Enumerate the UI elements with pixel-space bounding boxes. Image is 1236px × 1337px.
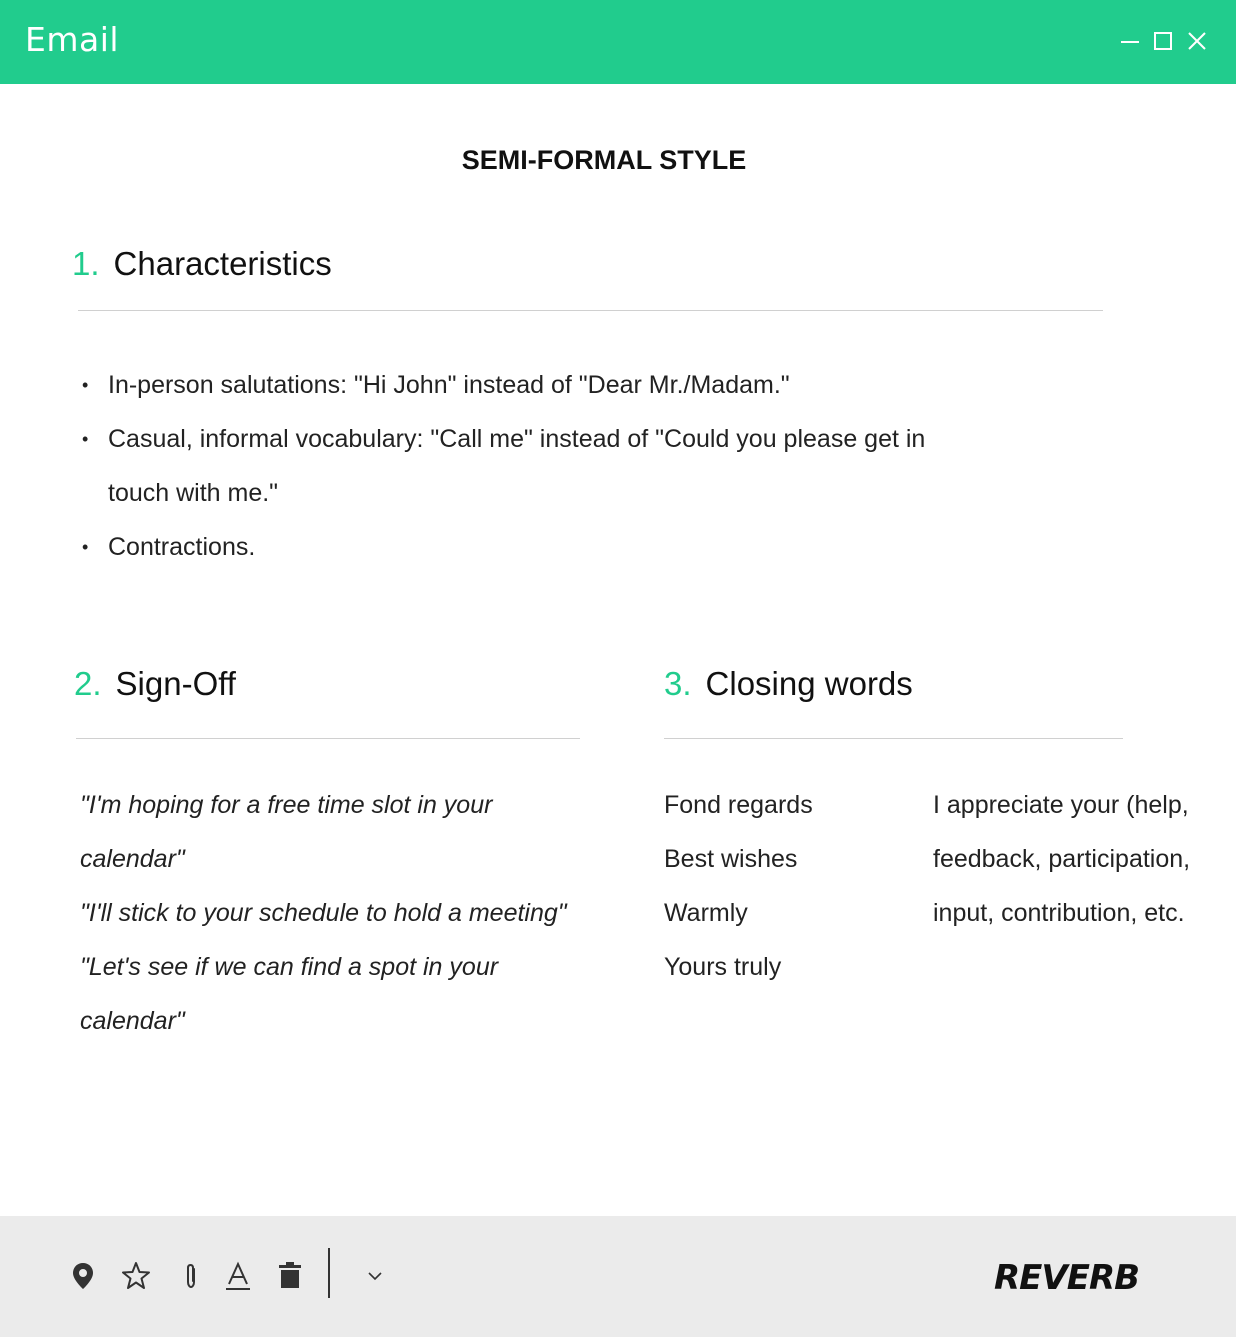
star-icon[interactable]	[121, 1260, 151, 1292]
closing-word: Yours truly	[664, 953, 782, 981]
text-format-icon[interactable]	[223, 1260, 253, 1292]
document-title: SEMI-FORMAL STYLE	[461, 145, 747, 175]
divider	[78, 310, 1103, 311]
title-bar: Email	[0, 0, 1236, 84]
app-title: Email	[25, 20, 120, 59]
closing-word: Fond regards	[664, 791, 813, 819]
sign-off-line: "I'm hoping for a free time slot in your…	[80, 791, 493, 873]
closing-word: Best wishes	[664, 845, 798, 873]
closing-words-column-1: Fond regards Best wishes Warmly Yours tr…	[664, 778, 914, 994]
minimize-icon[interactable]	[1119, 30, 1141, 52]
list-item: Contractions.	[82, 520, 982, 574]
section-number: 3.	[664, 665, 692, 702]
section-title: Sign-Off	[115, 665, 236, 702]
section-number: 2.	[74, 665, 102, 702]
toolbar-divider	[328, 1248, 330, 1298]
list-item: Casual, informal vocabulary: "Call me" i…	[82, 412, 968, 520]
divider	[664, 738, 1123, 739]
section-heading-closing-words: 3. Closing words	[664, 665, 913, 703]
section-number: 1.	[72, 245, 100, 282]
sign-off-line: "Let's see if we can find a spot in your…	[80, 953, 499, 1035]
closing-word: Warmly	[664, 899, 748, 927]
location-pin-icon[interactable]	[68, 1260, 98, 1292]
section-heading-characteristics: 1. Characteristics	[72, 245, 332, 283]
list-item: In-person salutations: "Hi John" instead…	[82, 358, 982, 412]
closing-words-column-2: I appreciate your (help, feedback, parti…	[933, 791, 1191, 927]
maximize-icon[interactable]	[1152, 30, 1174, 52]
characteristics-list: In-person salutations: "Hi John" instead…	[82, 358, 982, 574]
sign-off-examples: "I'm hoping for a free time slot in your…	[80, 778, 620, 1048]
reverb-logo: REVERB	[994, 1258, 1140, 1306]
paperclip-icon[interactable]	[176, 1260, 206, 1292]
sign-off-line: "I'll stick to your schedule to hold a m…	[80, 899, 567, 927]
close-icon[interactable]	[1186, 30, 1208, 52]
section-title: Closing words	[705, 665, 913, 702]
section-title: Characteristics	[113, 245, 332, 282]
divider	[76, 738, 580, 739]
logo-text: REVERB	[994, 1258, 1140, 1298]
section-heading-sign-off: 2. Sign-Off	[74, 665, 236, 703]
chevron-down-icon[interactable]	[362, 1260, 388, 1292]
trash-icon[interactable]	[275, 1260, 305, 1292]
